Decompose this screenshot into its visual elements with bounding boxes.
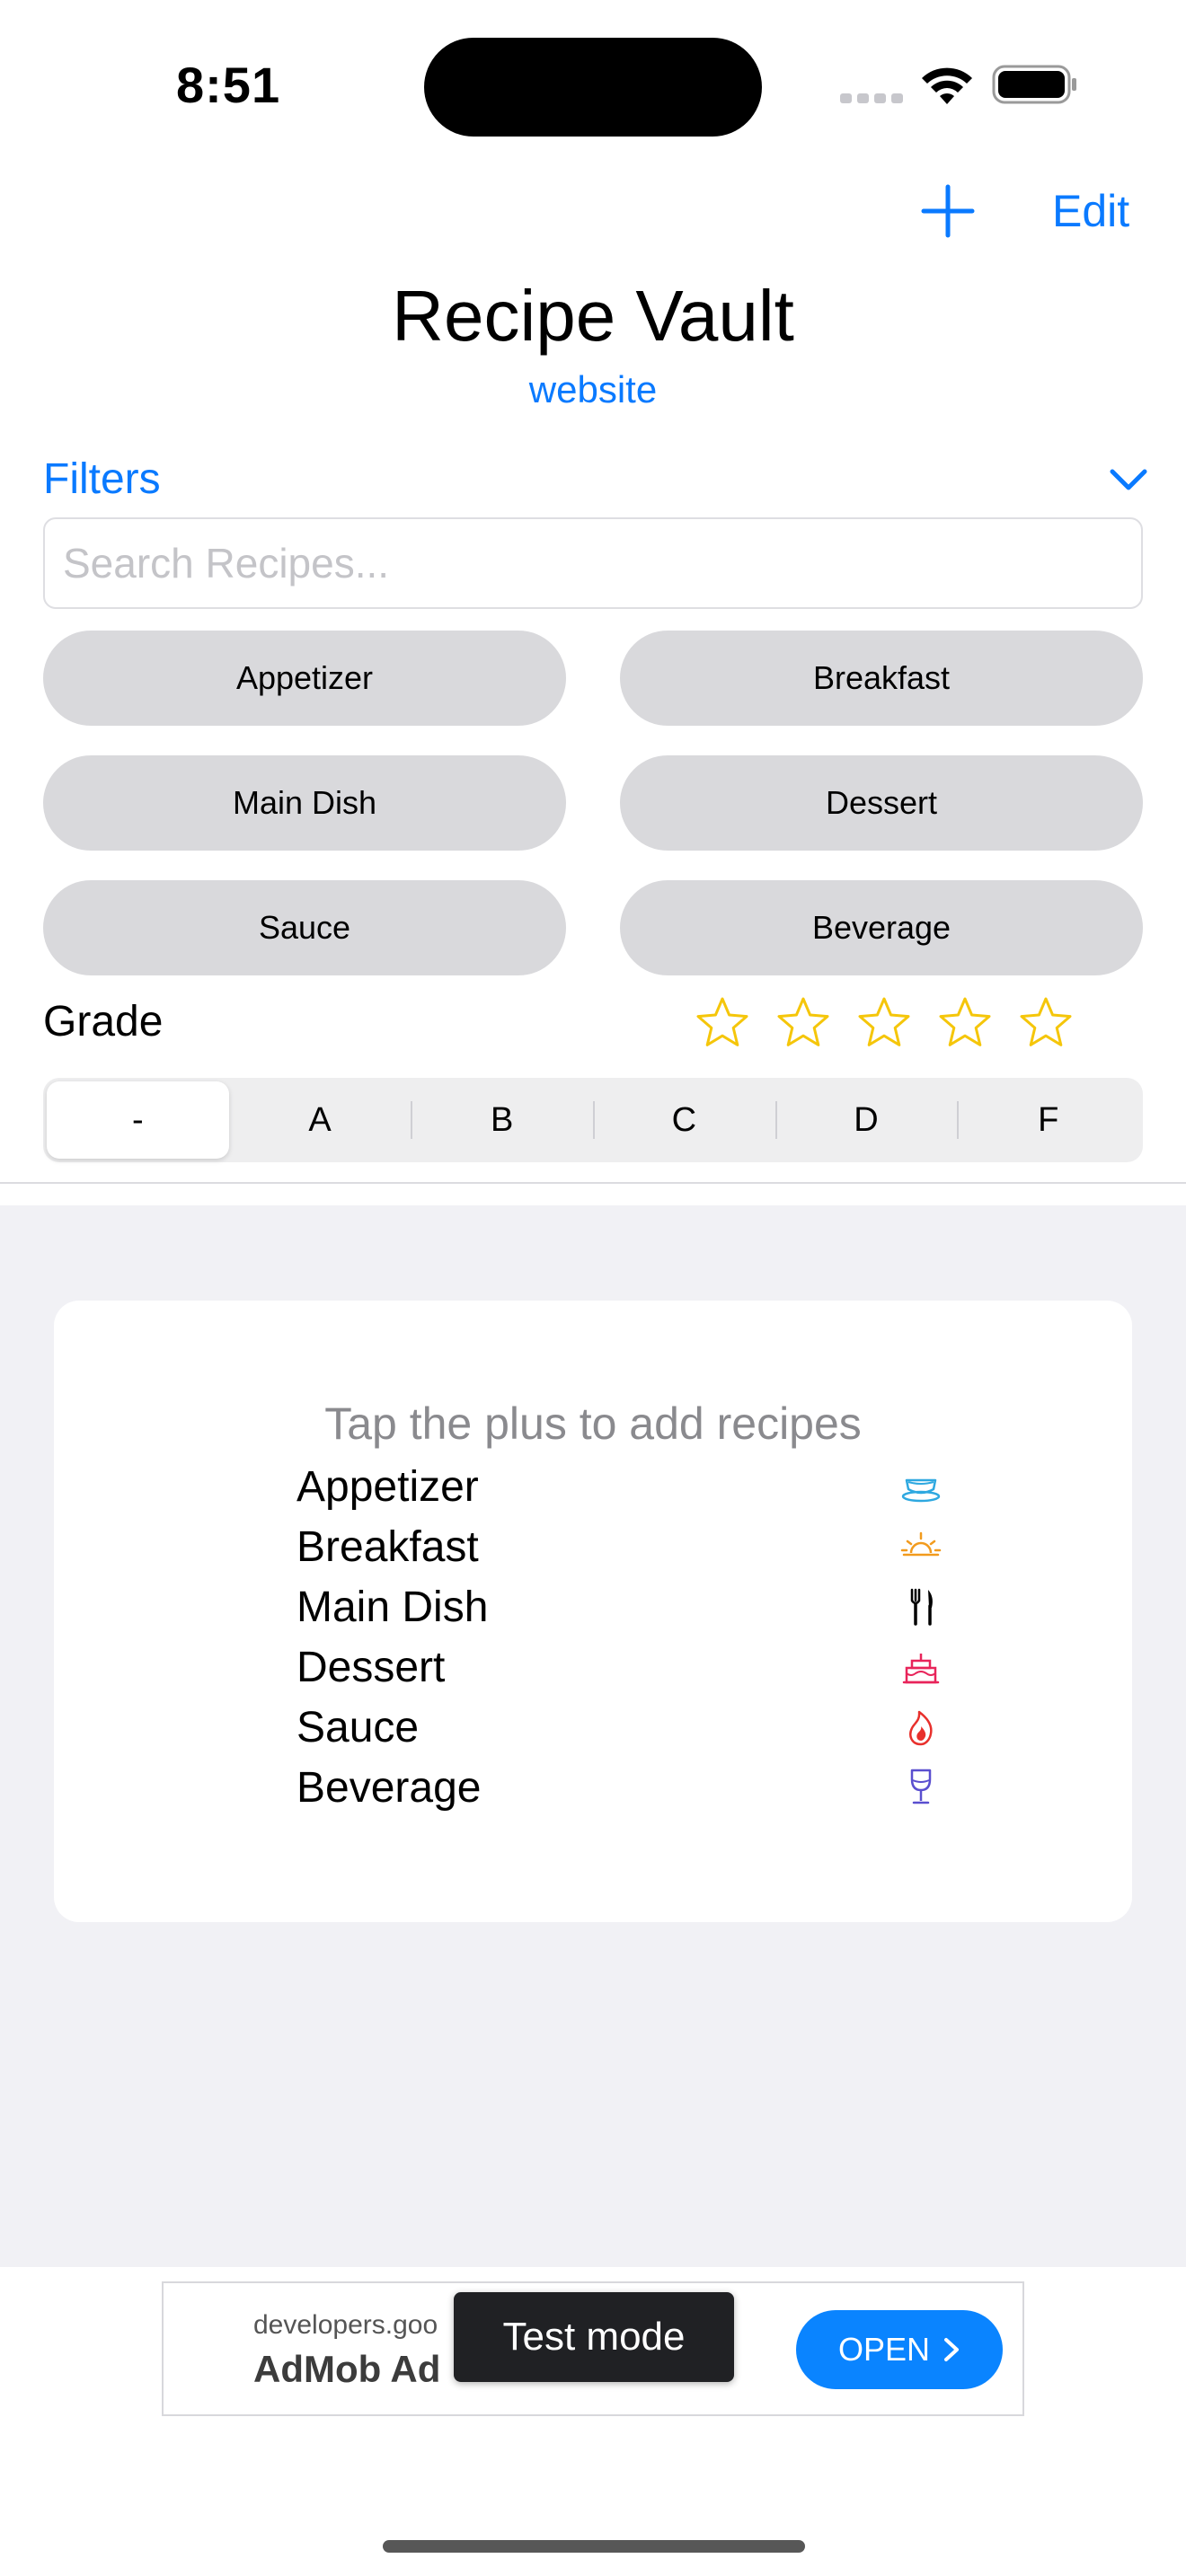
empty-state-card: Tap the plus to add recipes Appetizer Br… xyxy=(54,1301,1132,1922)
flame-icon xyxy=(909,1710,933,1746)
legend-label: Sauce xyxy=(296,1703,420,1751)
star-icon[interactable] xyxy=(695,995,749,1049)
filters-toggle[interactable]: Filters xyxy=(43,454,161,504)
grade-segmented-control[interactable]: - A B C D F xyxy=(43,1078,1143,1162)
category-button-appetizer[interactable]: Appetizer xyxy=(43,631,566,726)
legend-label: Appetizer xyxy=(296,1462,479,1511)
ad-title: AdMob Ad xyxy=(253,2348,441,2390)
status-time: 8:51 xyxy=(176,57,281,113)
chevron-down-icon[interactable] xyxy=(1109,467,1148,492)
cellular-signal-icon xyxy=(840,93,903,103)
category-button-sauce[interactable]: Sauce xyxy=(43,880,566,975)
star-icon[interactable] xyxy=(1019,995,1073,1049)
grade-segment-c[interactable]: C xyxy=(593,1081,775,1159)
grade-segment-f[interactable]: F xyxy=(957,1081,1139,1159)
grade-segment-b[interactable]: B xyxy=(411,1081,593,1159)
birthday-cake-icon xyxy=(902,1654,940,1684)
legend-label: Main Dish xyxy=(296,1583,489,1631)
star-rating[interactable] xyxy=(695,995,1073,1049)
wifi-icon xyxy=(922,67,972,104)
battery-icon xyxy=(992,65,1076,104)
grade-segment-none[interactable]: - xyxy=(47,1081,229,1159)
grade-segment-d[interactable]: D xyxy=(774,1081,958,1159)
empty-state-hint: Tap the plus to add recipes xyxy=(324,1398,862,1449)
edit-button[interactable]: Edit xyxy=(1052,185,1129,237)
star-icon[interactable] xyxy=(938,995,992,1049)
home-indicator[interactable] xyxy=(383,2540,805,2553)
test-mode-badge: Test mode xyxy=(454,2292,734,2382)
legend-row: Sauce xyxy=(296,1698,943,1757)
page-title: Recipe Vault xyxy=(392,276,794,356)
legend-row: Beverage xyxy=(296,1758,943,1817)
fork-knife-icon xyxy=(910,1588,933,1626)
ad-open-label: OPEN xyxy=(837,2331,931,2368)
legend-label: Beverage xyxy=(296,1763,482,1812)
star-icon[interactable] xyxy=(776,995,830,1049)
grade-label: Grade xyxy=(43,998,164,1045)
dynamic-island xyxy=(424,38,762,137)
sunrise-icon xyxy=(900,1531,942,1557)
category-button-beverage[interactable]: Beverage xyxy=(620,880,1143,975)
legend-row: Dessert xyxy=(296,1637,943,1697)
cup-saucer-icon xyxy=(901,1478,941,1503)
legend-label: Dessert xyxy=(296,1643,446,1691)
star-icon[interactable] xyxy=(857,995,911,1049)
category-button-breakfast[interactable]: Breakfast xyxy=(620,631,1143,726)
wineglass-icon xyxy=(910,1769,932,1804)
category-button-main-dish[interactable]: Main Dish xyxy=(43,755,566,851)
website-link[interactable]: website xyxy=(0,368,1186,411)
ad-open-button[interactable]: OPEN xyxy=(796,2310,1003,2389)
category-button-dessert[interactable]: Dessert xyxy=(620,755,1143,851)
grade-segment-a[interactable]: A xyxy=(229,1081,412,1159)
chevron-right-icon xyxy=(944,2338,960,2361)
legend-row: Appetizer xyxy=(296,1457,943,1516)
add-recipe-button[interactable] xyxy=(920,183,976,239)
legend-row: Breakfast xyxy=(296,1517,943,1576)
search-input[interactable] xyxy=(43,517,1143,609)
legend-row: Main Dish xyxy=(296,1577,943,1636)
ad-url: developers.goo xyxy=(253,2310,438,2340)
divider xyxy=(0,1182,1186,1184)
legend-label: Breakfast xyxy=(296,1522,479,1571)
